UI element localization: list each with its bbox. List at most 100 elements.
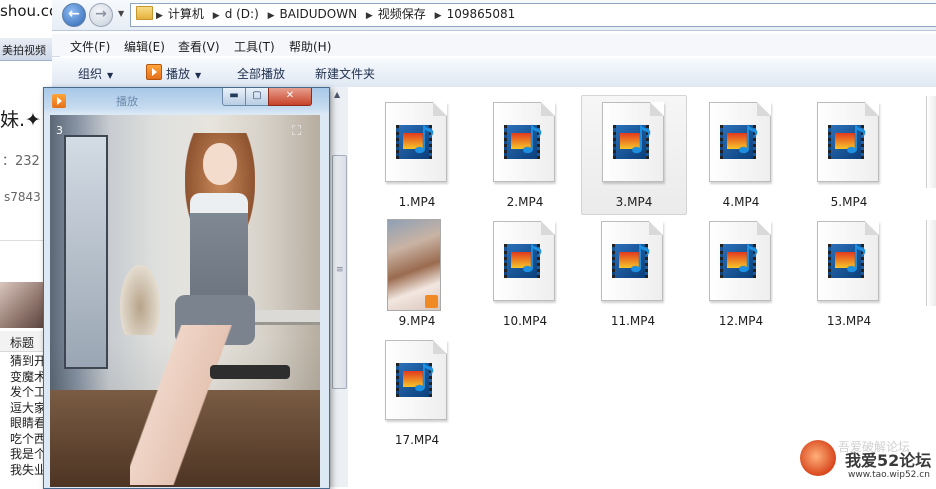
chevron-down-icon: ▼ — [107, 71, 114, 80]
menu-edit[interactable]: 编辑(E) — [124, 38, 165, 55]
music-note-icon: ♪ — [844, 118, 869, 162]
music-note-icon: ♪ — [736, 118, 761, 162]
file-name: 5.MP4 — [830, 195, 868, 209]
play-button[interactable]: 播放 ▼ — [166, 65, 201, 82]
play-icon — [146, 64, 162, 80]
music-note-icon: ♪ — [520, 118, 545, 162]
media-file-icon: ♪ — [709, 221, 771, 301]
breadcrumb: ▶ 计算机 ▶ d (D:) ▶ BAIDUDOWN ▶ 视频保存 ▶ 109865081 — [156, 5, 520, 22]
chevron-right-icon[interactable]: ▶ — [213, 11, 220, 21]
new-folder-button[interactable]: 新建文件夹 — [315, 65, 375, 82]
scroll-up-icon[interactable]: ▲ — [334, 90, 340, 99]
file-item[interactable]: ♪ 11.MP4 — [581, 215, 685, 333]
breadcrumb-baidudown[interactable]: BAIDUDOWN — [280, 7, 358, 21]
organize-button[interactable]: 组织 ▼ — [78, 65, 113, 82]
file-item[interactable]: ♪ 12.MP4 — [689, 215, 793, 333]
video-frame[interactable] — [50, 115, 320, 487]
media-file-icon: ♪ — [385, 340, 447, 420]
chevron-right-icon[interactable]: ▶ — [156, 11, 163, 21]
play-badge-icon — [425, 295, 438, 308]
file-item[interactable]: ♪ 2.MP4 — [473, 96, 577, 214]
file-item[interactable]: ♪ 1.MP4 — [365, 96, 469, 214]
media-file-icon: ♪ — [493, 102, 555, 182]
scene-window — [64, 135, 108, 369]
file-name: 10.MP4 — [502, 314, 548, 328]
menu-tools[interactable]: 工具(T) — [234, 38, 275, 55]
scene-chair — [210, 365, 290, 379]
menu-view[interactable]: 查看(V) — [178, 38, 220, 55]
music-note-icon: ♪ — [628, 237, 653, 281]
chevron-right-icon[interactable]: ▶ — [366, 11, 373, 21]
partial-file-item[interactable] — [926, 220, 936, 306]
play-label: 播放 — [166, 67, 191, 81]
browser-url-fragment: shou.co — [0, 2, 59, 20]
maximize-button[interactable]: ▢ — [245, 88, 269, 106]
file-name: 2.MP4 — [506, 195, 544, 209]
chevron-right-icon[interactable]: ▶ — [268, 11, 275, 21]
music-note-icon: ♪ — [412, 118, 437, 162]
post-thumbnail[interactable] — [0, 282, 48, 328]
scene-person-face — [203, 143, 237, 185]
file-name: 1.MP4 — [398, 195, 436, 209]
scene-person-body — [190, 193, 248, 303]
menu-file[interactable]: 文件(F) — [70, 38, 110, 55]
media-player-window[interactable]: 播放 ▬ ▢ ✕ 3 ⛶ — [43, 87, 330, 489]
file-name: 12.MP4 — [718, 314, 764, 328]
back-button[interactable]: ← — [62, 3, 86, 27]
partial-file-item[interactable] — [926, 96, 936, 188]
file-name: 17.MP4 — [394, 433, 440, 447]
file-item[interactable]: 9.MP4 — [365, 215, 469, 333]
watermark-url: www.tao.wip52.cn — [848, 470, 930, 480]
file-item[interactable]: ♪ 17.MP4 — [365, 334, 469, 452]
chevron-down-icon: ▼ — [195, 71, 202, 80]
post-title: 妹.✦ — [0, 109, 41, 131]
close-button[interactable]: ✕ — [268, 88, 312, 106]
command-bar: 组织 ▼ 播放 ▼ 全部播放 新建文件夹 — [52, 57, 936, 88]
browser-tab[interactable]: 美拍视频 — [0, 38, 60, 61]
player-title: 播放 — [116, 95, 138, 108]
media-file-icon: ♪ — [817, 102, 879, 182]
user-id: s7843 — [4, 190, 41, 204]
media-file-icon: ♪ — [385, 102, 447, 182]
file-item-selected[interactable]: ♪ 3.MP4 — [581, 95, 687, 215]
music-note-icon: ♪ — [844, 237, 869, 281]
playlist-counter: 3 — [56, 124, 63, 137]
forward-arrow-icon: → — [95, 6, 107, 22]
breadcrumb-current-folder[interactable]: 109865081 — [447, 7, 516, 21]
media-file-icon: ♪ — [709, 102, 771, 182]
music-note-icon: ♪ — [412, 356, 437, 400]
scene-person-legs — [130, 325, 240, 485]
file-name: 11.MP4 — [610, 314, 656, 328]
minimize-button[interactable]: ▬ — [222, 88, 246, 106]
file-item[interactable]: ♪ 10.MP4 — [473, 215, 577, 333]
video-thumbnail — [387, 219, 441, 311]
music-note-icon: ♪ — [736, 237, 761, 281]
breadcrumb-video-save[interactable]: 视频保存 — [378, 7, 426, 21]
file-item[interactable]: ♪ 5.MP4 — [797, 96, 901, 214]
music-note-icon: ♪ — [629, 118, 654, 162]
video-scene — [50, 115, 320, 487]
file-item[interactable]: ♪ 4.MP4 — [689, 96, 793, 214]
folder-icon — [136, 6, 153, 20]
browser-tab-label: 美拍视频 — [2, 44, 46, 57]
fullscreen-icon[interactable]: ⛶ — [292, 124, 301, 139]
watermark-brand: 我爱52论坛 — [845, 451, 932, 470]
media-file-icon: ♪ — [601, 221, 663, 301]
chevron-down-icon[interactable]: ▼ — [118, 9, 124, 18]
forward-button[interactable]: → — [89, 3, 113, 27]
column-header-title: 标题 — [10, 336, 35, 350]
chevron-right-icon[interactable]: ▶ — [435, 11, 442, 21]
watermark-logo-icon — [800, 440, 836, 476]
music-note-icon: ♪ — [520, 237, 545, 281]
media-file-icon: ♪ — [817, 221, 879, 301]
play-all-button[interactable]: 全部播放 — [237, 65, 285, 82]
menu-bar: 文件(F) 编辑(E) 查看(V) 工具(T) 帮助(H) — [52, 34, 936, 56]
menu-help[interactable]: 帮助(H) — [289, 38, 331, 55]
grip-icon: ≡ — [336, 265, 344, 275]
file-name: 9.MP4 — [398, 314, 436, 328]
breadcrumb-drive[interactable]: d (D:) — [225, 7, 259, 21]
file-name: 4.MP4 — [722, 195, 760, 209]
file-name: 13.MP4 — [826, 314, 872, 328]
breadcrumb-computer[interactable]: 计算机 — [168, 7, 204, 21]
file-item[interactable]: ♪ 13.MP4 — [797, 215, 901, 333]
